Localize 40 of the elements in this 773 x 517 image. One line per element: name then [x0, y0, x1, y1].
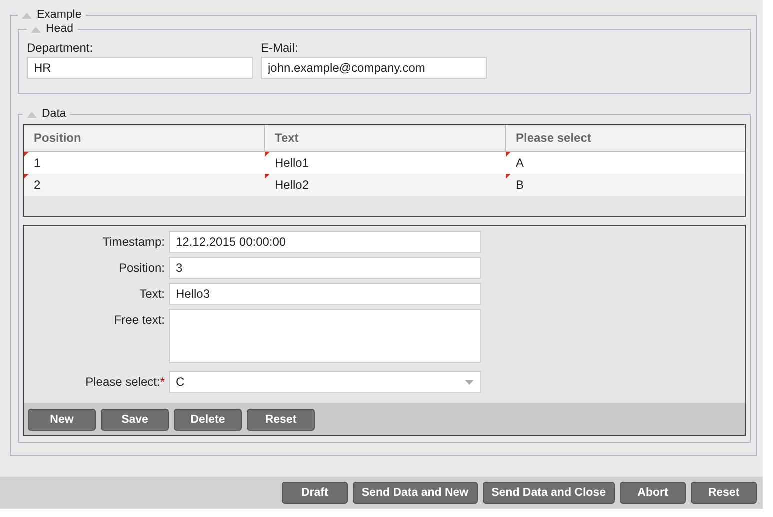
input-field[interactable]: Hello3 — [169, 283, 481, 305]
footer-button[interactable]: Abort — [620, 482, 686, 504]
input-field[interactable]: 3 — [169, 257, 481, 279]
field-label: Free text: — [114, 313, 165, 327]
field-label: Timestamp: — [102, 235, 165, 249]
footer-button[interactable]: Send Data and New — [352, 482, 478, 504]
form-button[interactable]: New — [28, 409, 96, 431]
collapse-icon[interactable] — [31, 26, 41, 32]
field-label: Position: — [118, 261, 165, 275]
column-header[interactable]: Position — [24, 125, 265, 151]
collapse-icon[interactable] — [27, 110, 37, 118]
table-cell: 1 — [24, 152, 265, 174]
input-field[interactable]: HR — [27, 57, 253, 79]
field-label: E-Mail: — [261, 41, 300, 55]
text-area[interactable] — [169, 309, 481, 363]
form-button[interactable]: Delete — [174, 409, 242, 431]
form-button[interactable]: Reset — [247, 409, 315, 431]
table-cell: B — [506, 174, 745, 196]
select-dropdown[interactable]: C — [169, 371, 481, 393]
table-cell: A — [506, 152, 745, 174]
field-label: Department: — [27, 41, 94, 55]
table-cell: Hello1 — [265, 152, 506, 174]
footer-button[interactable]: Reset — [691, 482, 757, 504]
required-marker: * — [160, 375, 165, 389]
table-cell: Hello2 — [265, 174, 506, 196]
fieldset-title: Example — [37, 9, 82, 21]
field-label: Text: — [140, 287, 165, 301]
column-header[interactable]: Please select — [506, 125, 745, 151]
input-field[interactable]: john.example@company.com — [261, 57, 487, 79]
field-label: Please select: — [86, 375, 160, 389]
footer-button[interactable]: Send Data and Close — [482, 482, 615, 504]
form-button[interactable]: Save — [101, 409, 169, 431]
input-field[interactable]: 12.12.2015 00:00:00 — [169, 231, 481, 253]
fieldset-title: Head — [46, 23, 74, 35]
footer-button[interactable]: Draft — [282, 482, 348, 504]
fieldset-title: Data — [42, 108, 66, 120]
table-cell: 2 — [24, 174, 265, 196]
dropdown-arrow-icon — [465, 380, 474, 384]
column-header[interactable]: Text — [265, 125, 506, 151]
collapse-icon[interactable] — [22, 12, 32, 18]
